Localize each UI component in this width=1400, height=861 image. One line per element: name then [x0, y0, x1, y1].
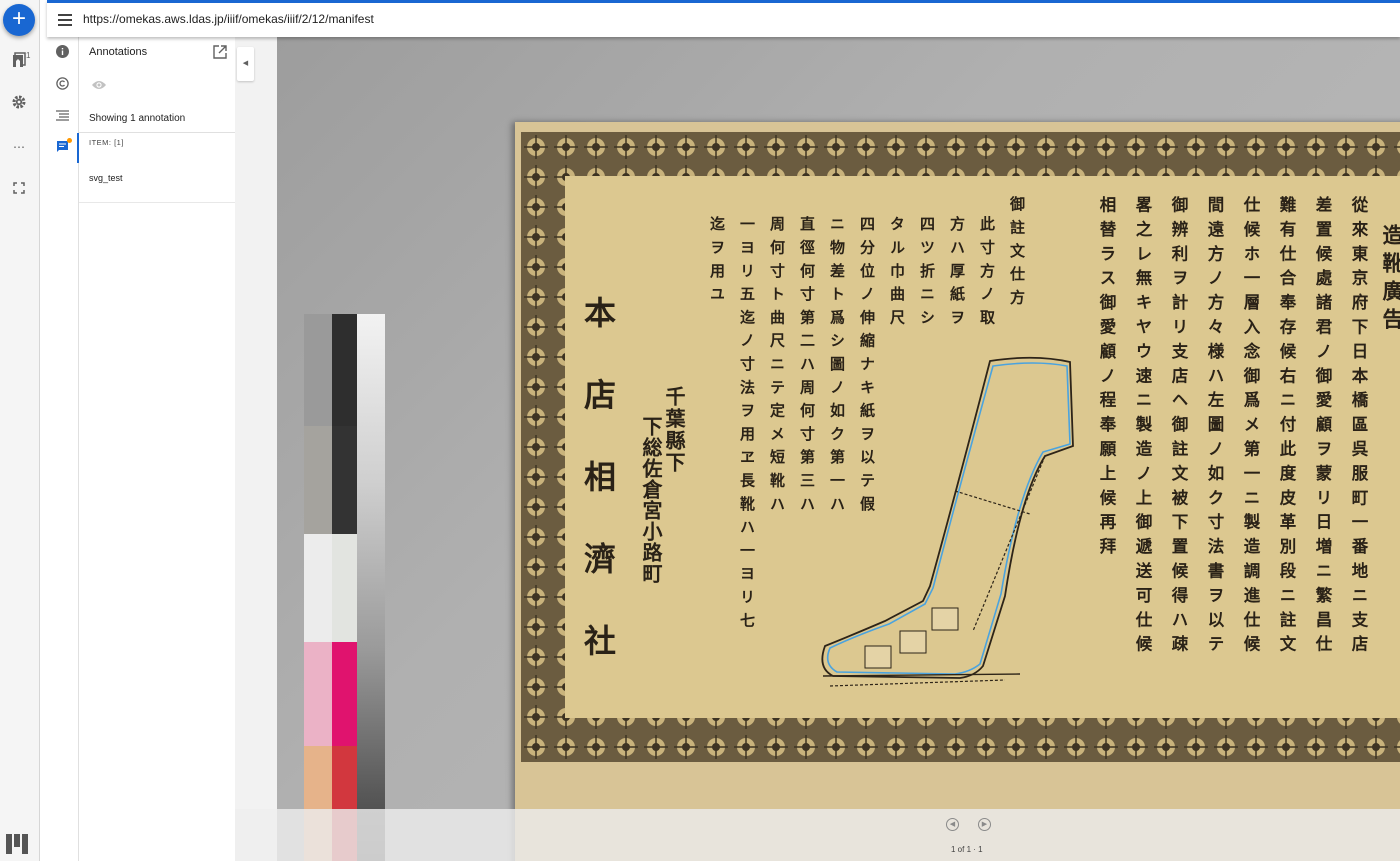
more-options-button[interactable]: ⋯: [8, 136, 30, 158]
add-resource-button[interactable]: +: [3, 4, 35, 36]
mirador-logo: [6, 834, 28, 854]
open-in-new-icon[interactable]: [213, 45, 227, 59]
shop-name: 本店相濟社: [579, 296, 617, 706]
boot-measurement-diagram: [821, 356, 1074, 687]
address-text: 下総佐倉宮小路町: [639, 416, 663, 584]
viewer-navigation-footer: ◀ ▶ 1 of 1 · 1: [235, 809, 1400, 861]
body-column-1: 從來東京府下日本橋區呉服町一番地ニ支店: [1349, 196, 1368, 660]
annotation-count: Showing 1 annotation: [89, 113, 186, 124]
companion-rail: [47, 37, 79, 861]
sidebar-gutter: [235, 37, 277, 809]
manifest-url: https://omekas.aws.ldas.jp/iiif/omekas/i…: [83, 12, 374, 26]
body-column-7: 畧之レ無キヤウ速ニ製造ノ上御遞送可仕候: [1133, 196, 1152, 660]
window-menu-button[interactable]: [58, 14, 72, 29]
previous-page-icon: ◀: [949, 821, 956, 828]
manifest-count-badge: 1: [26, 51, 31, 60]
body-column-5: 間遠方ノ方々様ハ左圖ノ如ク寸法書ヲ以テ: [1205, 196, 1224, 660]
instruction-column-3: 方ハ厚紙ヲ: [948, 216, 966, 333]
body-column-8: 相替ラス御愛顧ノ程奉願上候再拜: [1097, 196, 1116, 562]
body-column-4: 仕候ホ一層入念御爲メ第一ニ製造調進仕候: [1241, 196, 1260, 660]
annotations-badge: [67, 138, 72, 143]
manifest-list-icon: [13, 52, 26, 67]
document-page: 造靴廣告 從來東京府下日本橋區呉服町一番地ニ支店 差置候處諸君ノ御愛顧ヲ蒙リ日増…: [515, 122, 1400, 861]
instruction-column-1: 御註文仕方: [1008, 196, 1026, 313]
plus-icon: +: [11, 5, 26, 32]
instruction-column-10: 一ヨリ五迄ノ寸法ヲ用ヱ長靴ハ一ヨリ七: [738, 216, 756, 636]
collapse-sidebar-button[interactable]: ◀: [237, 47, 254, 81]
instruction-column-2: 此寸方ノ取: [978, 216, 996, 333]
next-page-icon: ▶: [981, 821, 988, 828]
body-column-6: 御辨利ヲ計リ支店ヘ御註文被下置候得ハ疎: [1169, 196, 1188, 660]
app-rail: + 1 ⋯: [0, 0, 40, 861]
image-canvas[interactable]: 造靴廣告 從來東京府下日本橋區呉服町一番地ニ支店 差置候處諸君ノ御愛顧ヲ蒙リ日増…: [277, 37, 1400, 861]
instruction-column-9: 周何寸ト曲尺ニテ定メ短靴ハ: [768, 216, 786, 519]
advertisement-heading: 造靴廣告: [1380, 224, 1400, 336]
next-page-button[interactable]: ▶: [978, 818, 991, 831]
item-label: ITEM: [1]: [89, 138, 124, 147]
window-top-bar: https://omekas.aws.ldas.jp/iiif/omekas/i…: [47, 0, 1400, 37]
body-column-2: 差置候處諸君ノ御愛顧ヲ蒙リ日増ニ繁昌仕: [1313, 196, 1332, 660]
chevron-left-icon: ◀: [242, 60, 249, 67]
panel-title: Annotations: [89, 46, 148, 58]
settings-button[interactable]: [8, 94, 30, 116]
instruction-column-11: 迄ヲ用ユ: [708, 216, 726, 310]
page-indicator: 1 of 1 · 1: [951, 845, 983, 854]
info-button[interactable]: [54, 45, 71, 62]
toc-button[interactable]: [54, 109, 71, 126]
visibility-icon[interactable]: [91, 79, 107, 91]
fullscreen-icon: [13, 182, 25, 194]
settings-icon: [12, 95, 26, 109]
document-text-area: 造靴廣告 從來東京府下日本橋區呉服町一番地ニ支店 差置候處諸君ノ御愛顧ヲ蒙リ日増…: [565, 176, 1400, 718]
instruction-column-4: 四ツ折ニシ: [918, 216, 936, 333]
color-calibration-strip: [304, 314, 385, 861]
more-icon: ⋯: [13, 140, 25, 154]
instruction-column-5: タル巾曲尺: [888, 216, 906, 333]
fullscreen-button[interactable]: [8, 179, 30, 201]
rights-icon: [56, 77, 69, 90]
previous-page-button[interactable]: ◀: [946, 818, 959, 831]
rights-button[interactable]: [54, 77, 71, 94]
annotations-panel: Annotations Showing 1 annotation ITEM: […: [79, 37, 235, 861]
body-column-3: 難有仕合奉存候右ニ付此度皮革別段ニ註文: [1277, 196, 1296, 660]
annotation-text: svg_test: [89, 173, 123, 183]
info-icon: [56, 45, 69, 58]
toc-icon: [56, 110, 69, 121]
